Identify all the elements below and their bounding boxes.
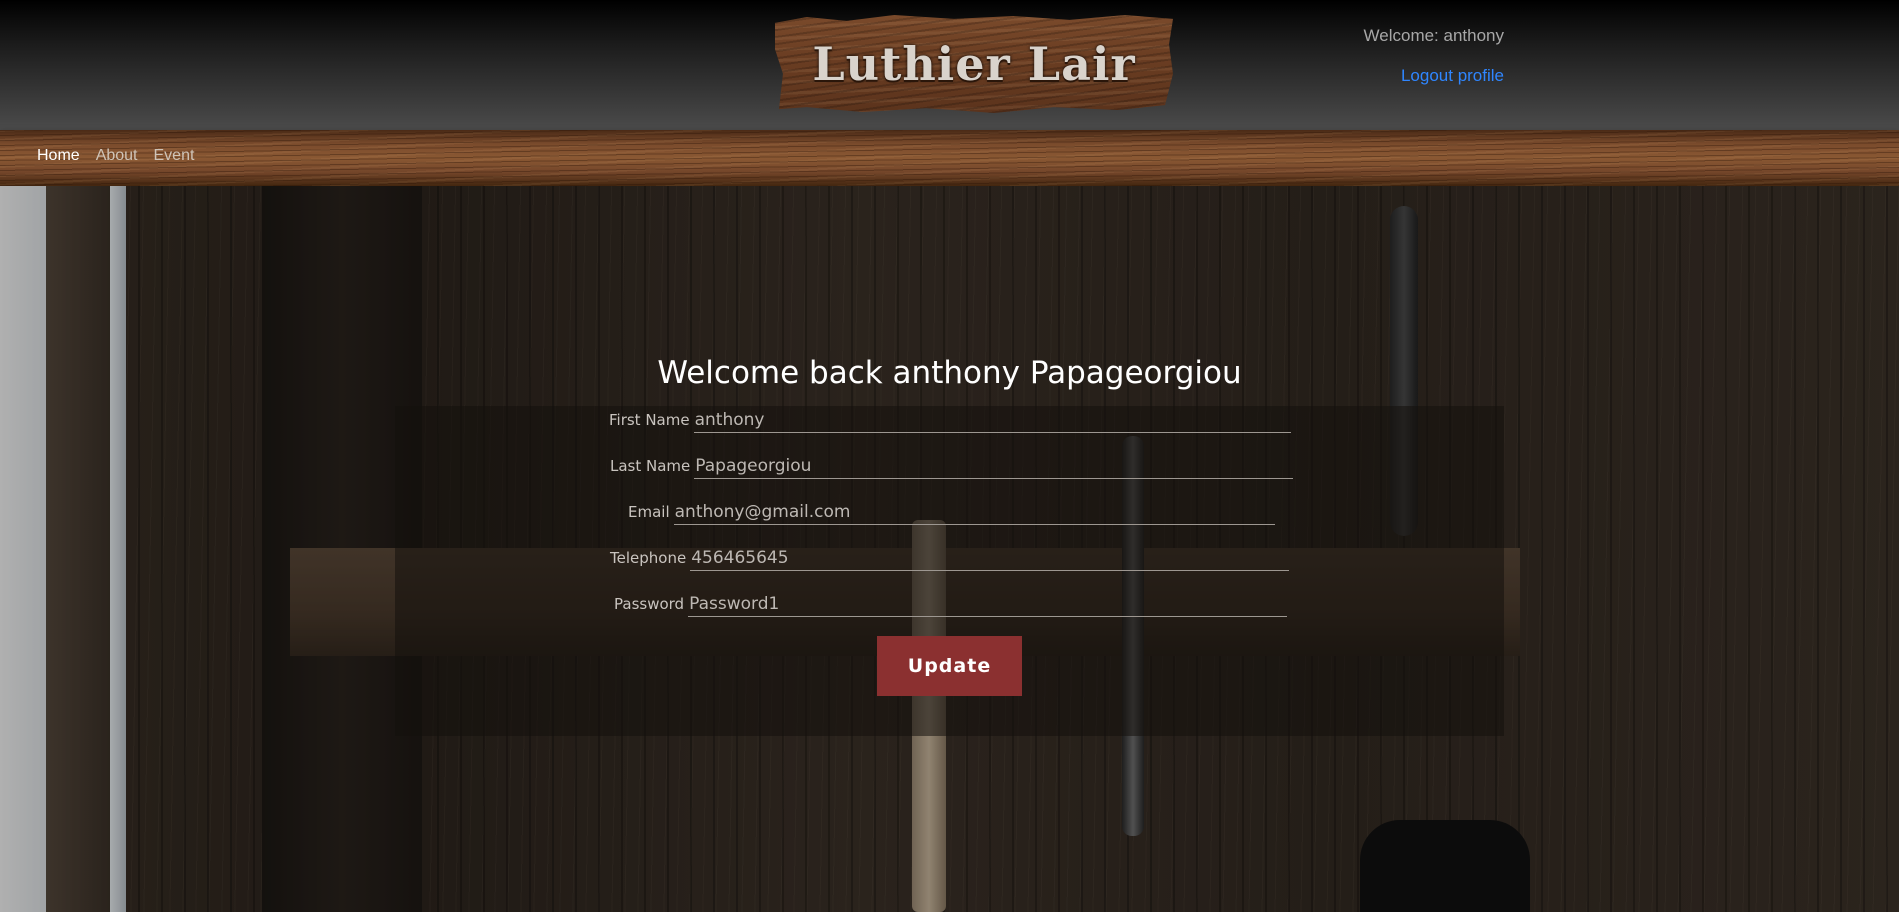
site-header: Luthier Lair Welcome: anthony Logout pro… xyxy=(0,0,1899,130)
telephone-label: Telephone xyxy=(610,549,687,567)
nav-item-event[interactable]: Event xyxy=(154,147,195,165)
main-nav: Home About Event xyxy=(37,147,194,165)
last-name-input[interactable] xyxy=(694,456,1294,479)
welcome-user-text: Welcome: anthony xyxy=(1363,26,1504,45)
email-field: Email xyxy=(628,502,1275,525)
nav-bar: Home About Event xyxy=(0,130,1899,186)
email-input[interactable] xyxy=(673,502,1275,525)
logout-link[interactable]: Logout profile xyxy=(1401,66,1504,86)
password-input[interactable] xyxy=(688,594,1288,617)
last-name-label: Last Name xyxy=(610,457,691,475)
telephone-input[interactable] xyxy=(690,548,1290,571)
update-button[interactable]: Update xyxy=(877,636,1022,696)
email-label: Email xyxy=(628,503,670,521)
nav-item-home[interactable]: Home xyxy=(37,147,80,165)
site-logo[interactable]: Luthier Lair xyxy=(775,15,1173,113)
first-name-field: First Name xyxy=(609,410,1291,433)
last-name-field: Last Name xyxy=(610,456,1294,479)
nav-item-about[interactable]: About xyxy=(96,147,138,165)
logo-text: Luthier Lair xyxy=(812,37,1136,91)
first-name-input[interactable] xyxy=(693,410,1291,433)
first-name-label: First Name xyxy=(609,411,690,429)
profile-greeting: Welcome back anthony Papageorgiou xyxy=(657,355,1242,391)
password-label: Password xyxy=(614,595,685,613)
password-field: Password xyxy=(614,594,1288,617)
telephone-field: Telephone xyxy=(610,548,1290,571)
